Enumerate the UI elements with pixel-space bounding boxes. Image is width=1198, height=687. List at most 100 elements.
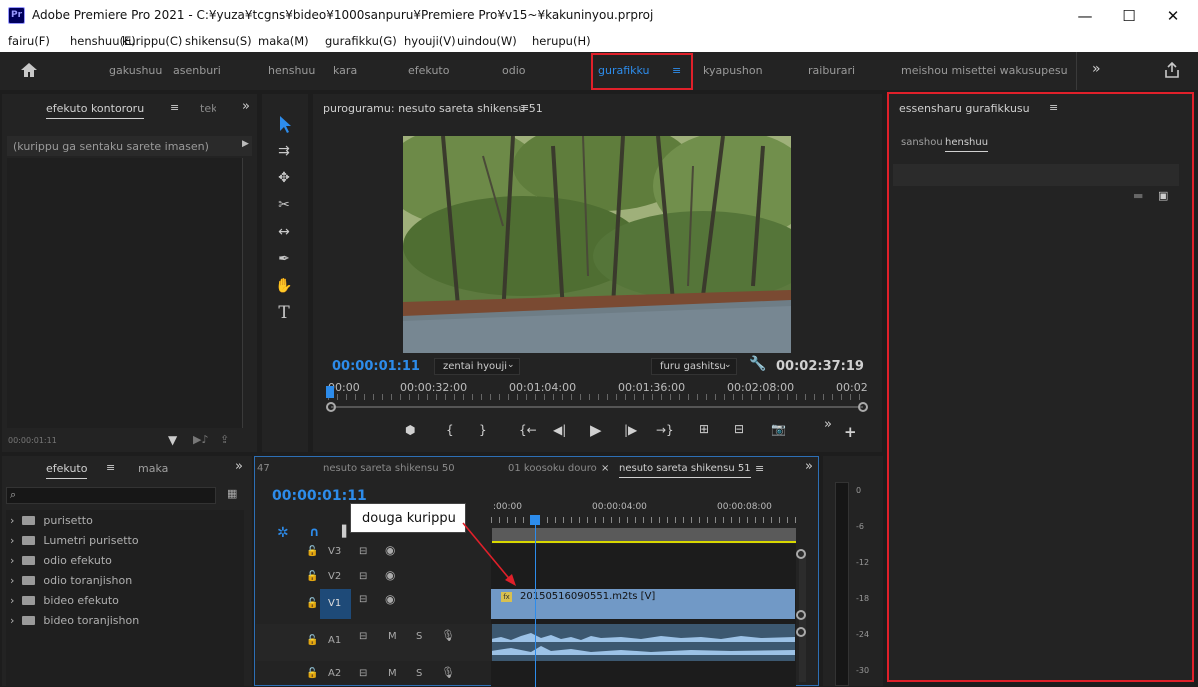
microphone-icon[interactable]: 🎙 xyxy=(441,666,455,679)
mark-out-button[interactable]: } xyxy=(479,423,487,437)
close-tab-icon[interactable]: × xyxy=(601,463,609,474)
slip-tool-icon[interactable]: ↔ xyxy=(272,221,296,243)
effect-controls-tab[interactable]: efekuto kontororu xyxy=(46,102,145,119)
effects-search-input[interactable]: ⌕ xyxy=(6,487,216,504)
play-button[interactable]: ▶ xyxy=(590,421,602,439)
scroll-handle-right[interactable] xyxy=(858,402,868,412)
maximize-button[interactable]: ☐ xyxy=(1106,0,1152,32)
eye-icon[interactable]: ◉ xyxy=(385,543,395,557)
lock-icon[interactable]: 🔓 xyxy=(306,635,318,646)
timeline-tab-seq51[interactable]: nesuto sareta shikensu 51 xyxy=(619,463,751,478)
mute-button[interactable]: M xyxy=(388,631,397,642)
effects-tab[interactable]: efekuto xyxy=(46,462,88,479)
scroll-handle[interactable] xyxy=(796,627,806,637)
tree-item-audio-effects[interactable]: › odio efekuto xyxy=(10,554,112,567)
menu-help[interactable]: herupu(H) xyxy=(532,34,591,48)
timeline-menu-icon[interactable]: ≡ xyxy=(755,462,764,475)
camera-icon[interactable]: 📷 xyxy=(771,422,786,436)
add-button[interactable]: + xyxy=(844,423,857,441)
home-icon[interactable] xyxy=(20,62,38,78)
tree-item-lumetri-presets[interactable]: › Lumetri purisetto xyxy=(10,534,139,547)
program-scrollbar[interactable] xyxy=(331,406,863,408)
timeline-timecode[interactable]: 00:00:01:11 xyxy=(272,488,367,504)
menu-window[interactable]: uindou(W) xyxy=(457,34,517,48)
go-to-out-button[interactable]: →} xyxy=(656,423,674,437)
solo-button[interactable]: S xyxy=(416,631,422,642)
export-icon[interactable]: ⇪ xyxy=(220,433,229,446)
menu-sequence[interactable]: shikensu(S) xyxy=(185,34,252,48)
mute-button[interactable]: M xyxy=(388,668,397,679)
menu-graphics[interactable]: gurafikku(G) xyxy=(325,34,397,48)
sync-lock-icon[interactable]: ⊟ xyxy=(359,594,367,605)
timeline-more-icon[interactable]: » xyxy=(805,459,813,474)
panel-more-icon[interactable]: » xyxy=(242,99,250,114)
sync-lock-icon[interactable]: ⊟ xyxy=(359,546,367,557)
workspace-editing[interactable]: henshuu xyxy=(268,64,315,77)
scroll-handle[interactable] xyxy=(796,549,806,559)
effects-menu-icon[interactable]: ≡ xyxy=(106,461,115,474)
menu-view[interactable]: hyouji(V) xyxy=(404,34,456,48)
scroll-handle[interactable] xyxy=(796,610,806,620)
step-forward-button[interactable]: |▶ xyxy=(624,423,637,437)
effects-more-icon[interactable]: » xyxy=(235,459,243,474)
lock-icon[interactable]: 🔓 xyxy=(306,668,318,679)
share-icon[interactable] xyxy=(1163,61,1181,79)
ripple-edit-tool-icon[interactable]: ✥ xyxy=(272,167,296,189)
filter-icon[interactable]: ▼ xyxy=(168,433,177,447)
workspace-learning[interactable]: gakushuu xyxy=(109,64,162,77)
workspace-untitled[interactable]: meishou misettei wakusupesu xyxy=(901,64,1068,77)
mark-in-button[interactable]: { xyxy=(446,423,454,437)
scroll-handle-left[interactable] xyxy=(326,402,336,412)
menu-clip[interactable]: kurippu(C) xyxy=(122,34,182,48)
go-to-in-button[interactable]: {← xyxy=(519,423,537,437)
timeline-tab-47[interactable]: 47 xyxy=(257,463,270,474)
workspace-effects[interactable]: efekuto xyxy=(408,64,449,77)
workspace-assembly[interactable]: asenburi xyxy=(173,64,221,77)
microphone-icon[interactable]: 🎙 xyxy=(441,629,455,642)
lock-icon[interactable]: 🔓 xyxy=(306,598,318,609)
lock-icon[interactable]: 🔓 xyxy=(306,546,318,557)
quality-dropdown[interactable]: furu gashitsu ⌄ xyxy=(651,358,737,375)
minimize-button[interactable]: — xyxy=(1062,0,1108,32)
work-area-bar[interactable] xyxy=(492,528,796,542)
video-clip[interactable]: fx 20150516090551.m2ts [V] xyxy=(491,589,795,619)
program-menu-icon[interactable]: ≡ xyxy=(520,101,529,114)
step-back-button[interactable]: ◀| xyxy=(553,423,566,437)
menu-marker[interactable]: maka(M) xyxy=(258,34,309,48)
add-marker-icon[interactable]: ⬢ xyxy=(405,423,415,437)
markers-tab[interactable]: maka xyxy=(138,462,168,475)
timeline-tab-seq50[interactable]: nesuto sareta shikensu 50 xyxy=(323,463,455,474)
new-bin-icon[interactable]: ▦ xyxy=(227,487,237,500)
lift-icon[interactable]: ⊞ xyxy=(699,422,709,436)
expand-arrow-icon[interactable]: ▶ xyxy=(242,139,249,149)
eye-icon[interactable]: ◉ xyxy=(385,592,395,606)
sync-lock-icon[interactable]: ⊟ xyxy=(359,571,367,582)
workspace-captions[interactable]: kyapushon xyxy=(703,64,763,77)
close-window-button[interactable]: ✕ xyxy=(1150,0,1196,32)
play-audio-icon[interactable]: ▶♪ xyxy=(193,433,208,446)
menu-file[interactable]: fairu(F) xyxy=(8,34,50,48)
program-more-icon[interactable]: » xyxy=(824,417,832,432)
track-select-tool-icon[interactable]: ⇉ xyxy=(272,140,296,162)
tree-item-video-effects[interactable]: › bideo efekuto xyxy=(10,594,119,607)
solo-button[interactable]: S xyxy=(416,668,422,679)
tree-item-presets[interactable]: › purisetto xyxy=(10,514,93,527)
workspace-libraries[interactable]: raiburari xyxy=(808,64,855,77)
pen-tool-icon[interactable]: ✒ xyxy=(272,248,296,270)
zoom-level-dropdown[interactable]: zentai hyouji ⌄ xyxy=(434,358,520,375)
workspace-audio[interactable]: odio xyxy=(502,64,526,77)
timeline-tab-highway[interactable]: 01 koosoku douro xyxy=(508,463,597,474)
eye-icon[interactable]: ◉ xyxy=(385,568,395,582)
program-playhead[interactable] xyxy=(326,386,334,398)
type-tool-icon[interactable]: T xyxy=(272,302,296,324)
lock-icon[interactable]: 🔓 xyxy=(306,571,318,582)
audio-clip[interactable] xyxy=(491,624,795,661)
workspace-color[interactable]: kara xyxy=(333,64,357,77)
selection-tool-icon[interactable] xyxy=(272,113,296,135)
razor-tool-icon[interactable]: ✂ xyxy=(272,194,296,216)
sync-lock-icon[interactable]: ⊟ xyxy=(359,631,367,642)
program-monitor-title[interactable]: puroguramu: nesuto sareta shikensu 51 xyxy=(323,102,543,115)
linked-selection-icon[interactable]: ∩ xyxy=(309,525,320,540)
workspaces-more-icon[interactable]: » xyxy=(1092,61,1101,77)
program-timecode[interactable]: 00:00:01:11 xyxy=(332,359,420,374)
